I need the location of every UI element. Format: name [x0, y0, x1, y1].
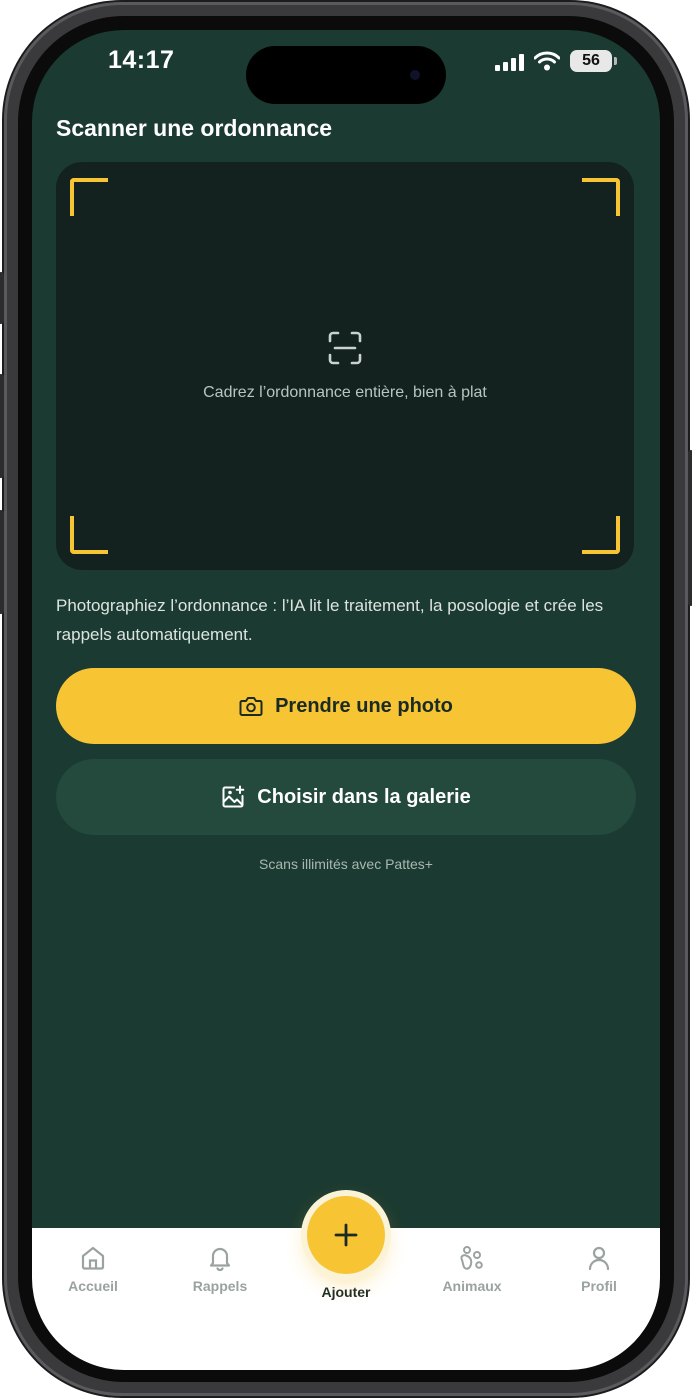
home-icon: [81, 1246, 105, 1270]
scan-hint: Cadrez l’ordonnance entière, bien à plat: [203, 384, 487, 401]
home-indicator[interactable]: [259, 1348, 433, 1354]
plus-icon: [334, 1223, 358, 1247]
tab-rappels[interactable]: Rappels: [175, 1244, 265, 1294]
battery-icon: 56: [570, 50, 617, 72]
volume-up-button: [0, 374, 4, 478]
tab-ajouter[interactable]: Ajouter: [301, 1284, 391, 1300]
tab-rappels-label: Rappels: [192, 1278, 248, 1294]
tab-accueil[interactable]: Accueil: [48, 1244, 138, 1294]
viewfinder-corner-top-right: [582, 178, 620, 216]
add-button[interactable]: [307, 1196, 385, 1274]
tab-accueil-label: Accueil: [68, 1278, 118, 1294]
viewfinder-corner-top-left: [70, 178, 108, 216]
scan-icon: [328, 331, 362, 365]
viewfinder-corner-bottom-left: [70, 516, 108, 554]
tab-animaux[interactable]: Animaux: [427, 1244, 517, 1294]
scan-viewfinder[interactable]: Cadrez l’ordonnance entière, bien à plat: [56, 162, 634, 570]
status-time: 14:17: [108, 46, 175, 74]
wifi-icon: [534, 51, 560, 71]
paw-icon: [460, 1246, 483, 1270]
front-camera: [410, 70, 420, 80]
mute-switch: [0, 272, 4, 324]
volume-down-button: [0, 510, 4, 614]
tab-profil[interactable]: Profil: [554, 1244, 644, 1294]
upsell-text[interactable]: Scans illimités avec Pattes+: [32, 856, 660, 872]
tab-ajouter-label: Ajouter: [321, 1284, 371, 1300]
tab-profil-label: Profil: [581, 1278, 617, 1294]
scan-description: Photographiez l’ordonnance : l’IA lit le…: [56, 596, 604, 644]
app-screen: 14:17 56 Scanner une ordonnance Cadrez l…: [32, 30, 660, 1370]
bell-icon: [209, 1247, 231, 1272]
page-title: Scanner une ordonnance: [56, 115, 333, 141]
dynamic-island: [246, 46, 446, 104]
choose-gallery-label: Choisir dans la galerie: [257, 785, 471, 808]
choose-gallery-button[interactable]: Choisir dans la galerie: [56, 759, 636, 835]
take-photo-label: Prendre une photo: [275, 694, 453, 717]
status-icons: 56: [495, 50, 617, 72]
camera-icon: [239, 697, 263, 716]
viewfinder-corner-bottom-right: [582, 516, 620, 554]
gallery-add-icon: [222, 785, 245, 808]
take-photo-button[interactable]: Prendre une photo: [56, 668, 636, 744]
signal-icon: [495, 51, 524, 71]
power-button: [688, 450, 692, 606]
user-icon: [588, 1246, 610, 1271]
tab-animaux-label: Animaux: [442, 1278, 502, 1294]
